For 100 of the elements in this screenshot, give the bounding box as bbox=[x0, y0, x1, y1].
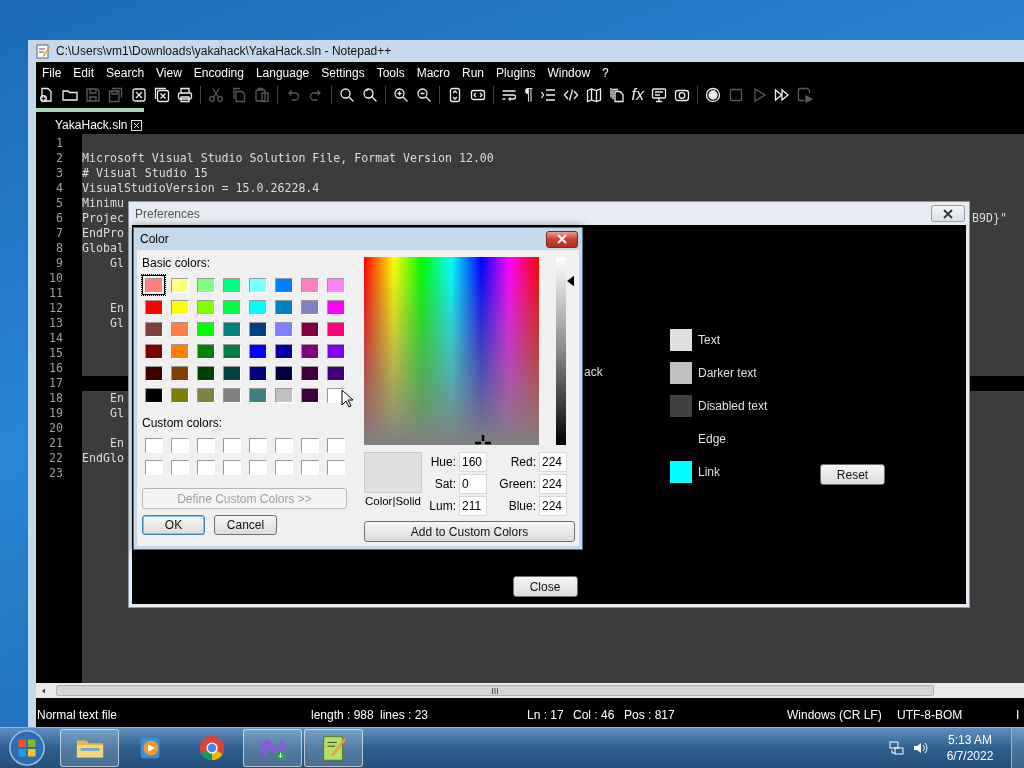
close-button[interactable] bbox=[931, 205, 965, 222]
new-file-icon[interactable] bbox=[39, 87, 55, 103]
menu-item[interactable]: Tools bbox=[376, 66, 405, 80]
color-swatch[interactable] bbox=[170, 299, 189, 315]
color-swatch[interactable] bbox=[670, 328, 692, 351]
color-swatch[interactable] bbox=[248, 321, 267, 337]
slider-arrow-icon[interactable] bbox=[567, 275, 575, 288]
menu-item[interactable]: Plugins bbox=[496, 66, 536, 80]
zoom-out-icon[interactable] bbox=[416, 87, 432, 103]
camera-icon[interactable] bbox=[674, 87, 691, 103]
color-swatch[interactable] bbox=[144, 321, 163, 337]
scrollbar-thumb[interactable] bbox=[56, 685, 934, 696]
color-spectrum[interactable] bbox=[364, 257, 540, 445]
color-swatch[interactable] bbox=[274, 343, 293, 359]
color-swatch[interactable] bbox=[326, 321, 345, 337]
color-swatch[interactable] bbox=[326, 343, 345, 359]
color-swatch[interactable] bbox=[170, 387, 189, 403]
word-wrap-icon[interactable] bbox=[501, 87, 517, 103]
menu-item[interactable]: Language bbox=[255, 66, 310, 80]
color-swatch[interactable] bbox=[144, 343, 163, 359]
input-field[interactable]: 224 bbox=[539, 496, 567, 516]
color-swatch[interactable] bbox=[196, 387, 215, 403]
custom-color-swatch[interactable] bbox=[274, 437, 293, 453]
color-swatch[interactable] bbox=[222, 277, 241, 293]
custom-color-swatch[interactable] bbox=[144, 459, 163, 475]
record-icon[interactable] bbox=[705, 87, 722, 103]
menu-item[interactable]: Settings bbox=[321, 66, 365, 80]
color-swatch[interactable] bbox=[300, 277, 319, 293]
color-swatch[interactable] bbox=[326, 387, 345, 403]
custom-color-swatch[interactable] bbox=[222, 437, 241, 453]
toolbar-button[interactable]: fx bbox=[631, 87, 645, 103]
color-swatch[interactable] bbox=[222, 343, 241, 359]
color-swatch[interactable] bbox=[274, 365, 293, 381]
color-swatch[interactable] bbox=[300, 343, 319, 359]
custom-color-swatch[interactable] bbox=[170, 459, 189, 475]
indent-guide-icon[interactable] bbox=[539, 87, 556, 103]
color-swatch[interactable] bbox=[222, 299, 241, 315]
color-swatch[interactable] bbox=[670, 394, 692, 417]
menu-item[interactable]: Window bbox=[547, 66, 591, 80]
color-swatch[interactable] bbox=[274, 387, 293, 403]
color-swatch[interactable] bbox=[170, 321, 189, 337]
luminance-slider[interactable] bbox=[556, 257, 576, 445]
menu-item[interactable]: Macro bbox=[416, 66, 450, 80]
toolbar-button[interactable]: ¶ bbox=[524, 87, 533, 103]
input-field[interactable]: 224 bbox=[539, 474, 567, 494]
color-swatch[interactable] bbox=[196, 343, 215, 359]
color-swatch[interactable] bbox=[222, 321, 241, 337]
menu-item[interactable]: Encoding bbox=[193, 66, 244, 80]
custom-color-swatch[interactable] bbox=[196, 459, 215, 475]
color-swatch[interactable] bbox=[248, 365, 267, 381]
zoom-in-icon[interactable] bbox=[393, 87, 409, 103]
input-field[interactable]: 160 bbox=[459, 452, 487, 472]
code-icon[interactable] bbox=[562, 87, 579, 103]
color-swatch[interactable] bbox=[144, 365, 163, 381]
color-swatch[interactable] bbox=[274, 321, 293, 337]
color-swatch[interactable] bbox=[326, 299, 345, 315]
show-desktop-button[interactable] bbox=[1011, 728, 1024, 768]
printer-icon[interactable] bbox=[177, 87, 193, 103]
taskbar-button[interactable] bbox=[243, 729, 302, 767]
custom-color-swatch[interactable] bbox=[248, 459, 267, 475]
custom-color-swatch[interactable] bbox=[144, 437, 163, 453]
search-icon[interactable] bbox=[339, 87, 355, 103]
reset-button[interactable]: Reset bbox=[820, 464, 885, 485]
color-swatch[interactable] bbox=[300, 365, 319, 381]
custom-color-swatch[interactable] bbox=[170, 437, 189, 453]
custom-color-swatch[interactable] bbox=[326, 459, 345, 475]
folder-icon[interactable] bbox=[62, 87, 78, 103]
custom-color-swatch[interactable] bbox=[300, 437, 319, 453]
menu-item[interactable]: Edit bbox=[73, 66, 95, 80]
close-icon[interactable] bbox=[942, 208, 954, 219]
close-all-icon[interactable] bbox=[154, 87, 170, 103]
speaker-icon[interactable] bbox=[913, 740, 929, 756]
menu-item[interactable]: Search bbox=[106, 66, 145, 80]
monitor-icon[interactable] bbox=[651, 87, 668, 103]
taskbar-button[interactable] bbox=[304, 729, 363, 767]
color-swatch[interactable] bbox=[222, 387, 241, 403]
replace-icon[interactable] bbox=[362, 87, 378, 103]
menu-item[interactable]: File bbox=[42, 66, 62, 80]
color-swatch[interactable] bbox=[274, 299, 293, 315]
color-swatch[interactable] bbox=[196, 299, 215, 315]
taskbar-button[interactable] bbox=[60, 729, 119, 767]
close-button[interactable] bbox=[546, 230, 578, 248]
color-swatch[interactable] bbox=[196, 365, 215, 381]
color-swatch[interactable] bbox=[222, 365, 241, 381]
color-swatch[interactable] bbox=[670, 460, 692, 483]
menu-item[interactable]: Run bbox=[462, 66, 485, 80]
custom-color-swatch[interactable] bbox=[222, 459, 241, 475]
menu-item[interactable]: ? bbox=[602, 66, 609, 80]
menu-item[interactable]: View bbox=[156, 66, 182, 80]
color-swatch[interactable] bbox=[196, 277, 215, 293]
color-swatch[interactable] bbox=[248, 387, 267, 403]
custom-color-swatch[interactable] bbox=[248, 437, 267, 453]
map-icon[interactable] bbox=[585, 87, 602, 103]
add-to-custom-colors-button[interactable]: Add to Custom Colors bbox=[364, 521, 575, 542]
custom-color-swatch[interactable] bbox=[300, 459, 319, 475]
cancel-button[interactable]: Cancel bbox=[214, 515, 277, 535]
color-swatch[interactable] bbox=[170, 343, 189, 359]
horizontal-sync-icon[interactable] bbox=[470, 87, 486, 103]
color-swatch[interactable] bbox=[144, 387, 163, 403]
color-swatch[interactable] bbox=[170, 365, 189, 381]
